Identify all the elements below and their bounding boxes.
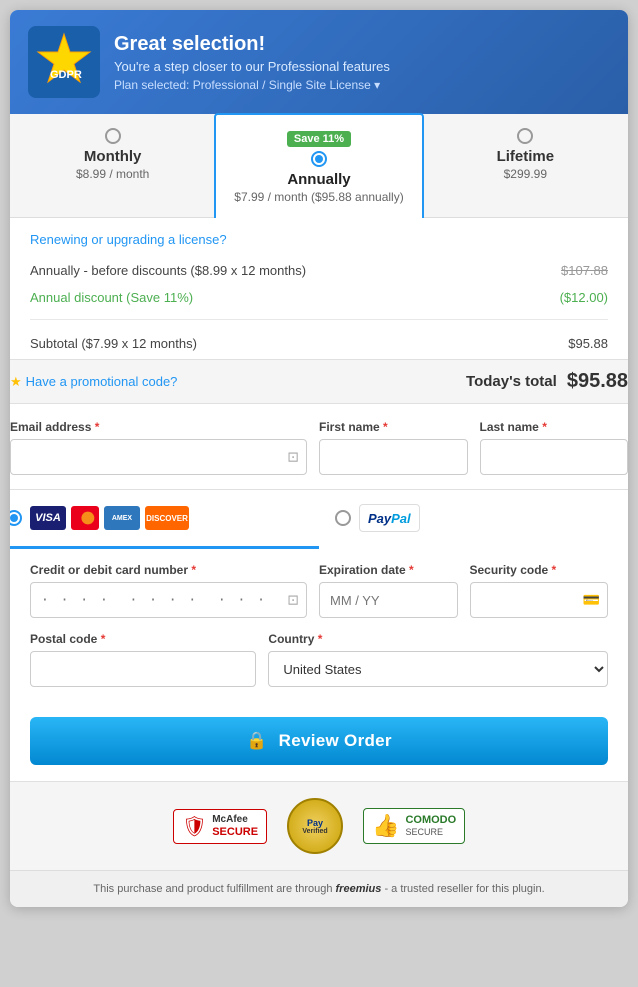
star-icon: GDPR [28,26,100,98]
mcafee-secure-text: SECURE [212,826,258,838]
expiry-label: Expiration date * [319,563,458,577]
paypal-verified-badge: Pay Verified [287,798,343,854]
monthly-radio[interactable] [105,128,121,144]
last-name-input[interactable] [480,439,629,475]
paypal-radio[interactable] [335,510,351,526]
card-number-input[interactable] [30,582,307,618]
email-icon: ⊡ [287,449,299,466]
tab-lifetime[interactable]: Lifetime $299.99 [423,114,628,217]
last-name-group: Last name * [480,420,629,475]
email-input-wrap: ⊡ [10,439,307,475]
header-title: Great selection! [114,33,390,56]
first-name-group: First name * [319,420,468,475]
paypal-logo: PayPal [359,504,420,532]
card-payment-tab[interactable]: VISA AMEX DISCOVER [10,490,319,549]
email-input[interactable] [10,439,307,475]
security-label: Security code * [470,563,609,577]
amex-logo: AMEX [104,506,140,530]
total-label: Today's total [466,373,557,390]
lock-icon: 🔒 [246,731,267,750]
mcafee-text: McAfee [212,814,258,826]
total-bar: ★Have a promotional code? Today's total … [10,359,628,404]
comodo-brand: COMODO [405,813,456,827]
comodo-secure-text: SECURE [405,827,456,839]
card-number-group: Credit or debit card number * ⊡ [30,563,307,618]
header-subtitle: You're a step closer to our Professional… [114,59,390,74]
freemius-brand: freemius [336,883,382,895]
email-label: Email address * [10,420,307,434]
contact-form: Email address * ⊡ First name * Last name [10,404,628,475]
renew-link[interactable]: Renewing or upgrading a license? [30,218,608,257]
header: GDPR Great selection! You're a step clos… [10,10,628,114]
card-icon: ⊡ [287,592,299,609]
annually-radio[interactable] [311,151,327,167]
checkout-card: GDPR Great selection! You're a step clos… [10,10,628,907]
lifetime-radio[interactable] [517,128,533,144]
card-logos: VISA AMEX DISCOVER [30,506,189,530]
svg-text:GDPR: GDPR [50,69,82,81]
postal-label: Postal code * [30,632,256,646]
star-icon-promo: ★ [10,374,22,389]
card-back-icon: 💳 [583,592,600,609]
card-form: Credit or debit card number * ⊡ Expirati… [10,549,628,717]
country-label: Country * [268,632,608,646]
before-discount-row: Annually - before discounts ($8.99 x 12 … [30,257,608,284]
country-select[interactable]: United States Canada United Kingdom Aust… [268,651,608,687]
security-wrap: 💳 [470,582,609,618]
visa-logo: VISA [30,506,66,530]
plan-line: Plan selected: Professional / Single Sit… [114,78,390,92]
contact-form-row: Email address * ⊡ First name * Last name [10,420,628,475]
first-name-label: First name * [319,420,468,434]
country-group: Country * United States Canada United Ki… [268,632,608,687]
discount-row: Annual discount (Save 11%) ($12.00) [30,284,608,311]
subtotal-row: Subtotal ($7.99 x 12 months) $95.88 [30,328,608,359]
dropdown-arrow-icon: ▾ [374,78,380,92]
tab-annually[interactable]: Save 11% Annually $7.99 / month ($95.88 … [214,113,423,218]
mastercard-logo [71,506,99,530]
price-divider [30,319,608,320]
card-number-row: Credit or debit card number * ⊡ Expirati… [30,563,608,618]
last-name-label: Last name * [480,420,629,434]
email-required: * [95,420,100,434]
card-radio[interactable] [10,510,22,526]
comodo-badge: 👍 COMODO SECURE [363,808,465,844]
header-text: Great selection! You're a step closer to… [114,33,390,92]
payment-tabs: VISA AMEX DISCOVER PayPal [10,490,628,549]
total-amount: $95.88 [567,370,628,393]
card-number-wrap: ⊡ [30,582,307,618]
content-area: Renewing or upgrading a license? Annuall… [10,218,628,359]
promo-link[interactable]: ★Have a promotional code? [10,374,177,390]
expiry-group: Expiration date * [319,563,458,618]
tab-monthly[interactable]: Monthly $8.99 / month [10,114,215,217]
card-number-label: Credit or debit card number * [30,563,307,577]
mcafee-badge: 🛡 McAfee SECURE [173,809,267,844]
review-order-button[interactable]: 🔒 Review Order [30,717,608,765]
postal-country-row: Postal code * Country * United States Ca… [30,632,608,687]
postal-group: Postal code * [30,632,256,687]
first-name-input[interactable] [319,439,468,475]
comodo-thumb-icon: 👍 [372,813,399,839]
trust-badges: 🛡 McAfee SECURE Pay Verified 👍 COMODO SE… [10,781,628,870]
mcafee-shield-icon: 🛡 [182,814,207,839]
billing-tabs: Monthly $8.99 / month Save 11% Annually … [10,114,628,218]
footer: This purchase and product fulfillment ar… [10,870,628,907]
security-group: Security code * 💳 [470,563,609,618]
discover-logo: DISCOVER [145,506,189,530]
expiry-input[interactable] [319,582,458,618]
email-group: Email address * ⊡ [10,420,307,475]
postal-input[interactable] [30,651,256,687]
paypal-payment-tab[interactable]: PayPal [319,490,628,549]
payment-methods: VISA AMEX DISCOVER PayPal [10,489,628,549]
